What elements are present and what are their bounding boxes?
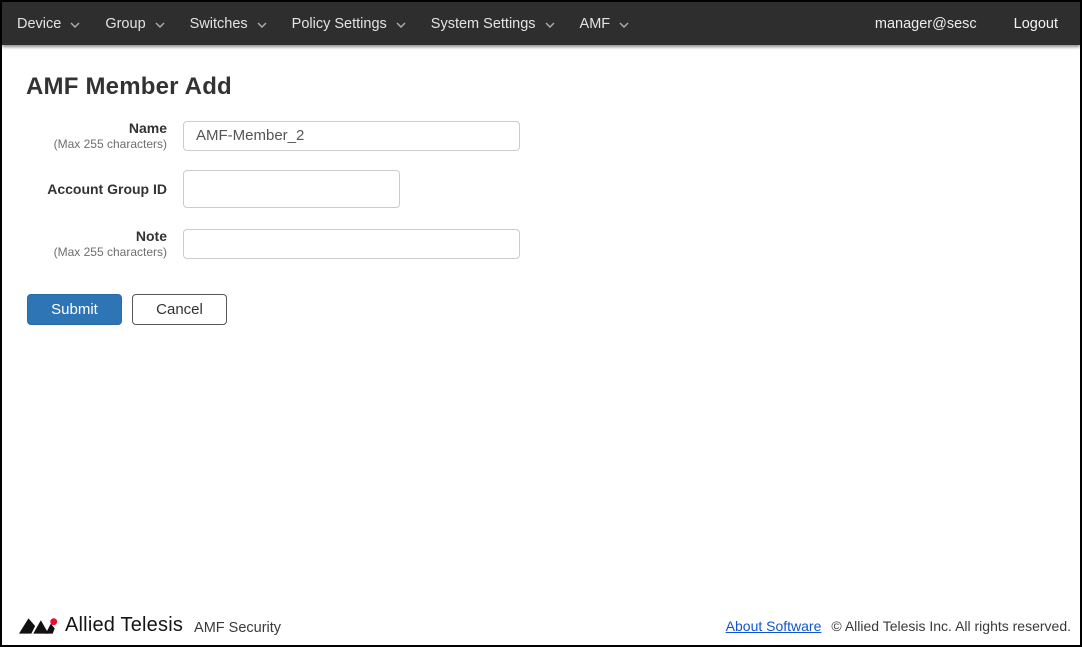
copyright-text: © Allied Telesis Inc. All rights reserve…	[831, 618, 1071, 634]
nav-item-policy-settings[interactable]: Policy Settings	[290, 12, 412, 36]
nav-item-switches[interactable]: Switches	[188, 12, 273, 36]
note-label: Note	[26, 228, 167, 244]
name-input[interactable]	[183, 121, 520, 151]
account-group-id-label: Account Group ID	[26, 181, 167, 197]
page-title: AMF Member Add	[26, 73, 1080, 101]
nav-item-label: System Settings	[431, 16, 536, 32]
top-navigation-bar: Device Group Switches Policy Settings	[2, 2, 1080, 45]
footer: Allied Telesis AMF Security About Softwa…	[2, 614, 1080, 645]
nav-item-group[interactable]: Group	[103, 12, 170, 36]
name-hint: (Max 255 characters)	[26, 138, 167, 152]
name-label: Name	[26, 120, 167, 136]
form-row-note: Note (Max 255 characters)	[26, 228, 1080, 260]
note-hint: (Max 255 characters)	[26, 246, 167, 260]
submit-button[interactable]: Submit	[27, 294, 122, 325]
note-label-block: Note (Max 255 characters)	[26, 228, 167, 260]
main-content: AMF Member Add Name (Max 255 characters)…	[2, 45, 1080, 614]
form-actions: Submit Cancel	[27, 294, 1080, 325]
nav-item-system-settings[interactable]: System Settings	[429, 12, 561, 36]
chevron-down-icon	[155, 22, 165, 28]
name-label-block: Name (Max 255 characters)	[26, 120, 167, 152]
app-window: Device Group Switches Policy Settings	[0, 0, 1082, 647]
form-row-account-group-id: Account Group ID	[26, 170, 1080, 208]
chevron-down-icon	[257, 22, 267, 28]
product-name: AMF Security	[194, 620, 281, 636]
nav-item-device[interactable]: Device	[15, 12, 86, 36]
amf-member-add-form: Name (Max 255 characters) Account Group …	[26, 120, 1080, 325]
nav-menu: Device Group Switches Policy Settings	[15, 12, 652, 36]
footer-brand-area: Allied Telesis AMF Security	[18, 614, 281, 637]
nav-item-label: Policy Settings	[292, 16, 387, 32]
nav-item-label: Group	[105, 16, 145, 32]
nav-item-amf[interactable]: AMF	[578, 12, 636, 36]
logged-in-user: manager@sesc	[875, 16, 977, 32]
account-group-id-label-block: Account Group ID	[26, 181, 167, 197]
footer-legal-area: About Software © Allied Telesis Inc. All…	[726, 618, 1071, 634]
allied-telesis-logo-icon	[18, 617, 58, 635]
chevron-down-icon	[70, 22, 80, 28]
chevron-down-icon	[545, 22, 555, 28]
chevron-down-icon	[396, 22, 406, 28]
chevron-down-icon	[619, 22, 629, 28]
cancel-button[interactable]: Cancel	[132, 294, 227, 325]
account-group-id-input[interactable]	[183, 170, 400, 208]
nav-item-label: Switches	[190, 16, 248, 32]
note-input[interactable]	[183, 229, 520, 259]
nav-item-label: AMF	[580, 16, 611, 32]
form-row-name: Name (Max 255 characters)	[26, 120, 1080, 152]
about-software-link[interactable]: About Software	[726, 618, 822, 634]
nav-item-label: Device	[17, 16, 61, 32]
brand-name: Allied Telesis	[65, 614, 183, 637]
logout-button[interactable]: Logout	[1014, 16, 1058, 32]
